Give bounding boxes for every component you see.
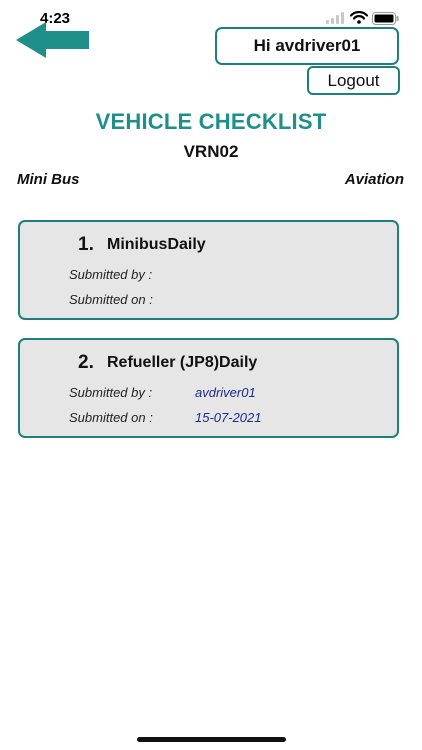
- checklist-card[interactable]: 1. MinibusDaily Submitted by : Submitted…: [18, 220, 399, 320]
- checklist-number: 1.: [78, 234, 94, 255]
- vehicle-type: Mini Bus: [17, 171, 80, 188]
- checklist-name: Refueller (JP8)Daily: [107, 354, 258, 371]
- submitted-by-label: Submitted by :: [69, 267, 153, 282]
- battery-icon: [372, 12, 399, 25]
- cellular-signal-icon: [326, 12, 344, 24]
- page-title: VEHICLE CHECKLIST: [95, 109, 327, 134]
- submitted-by-value: avdriver01: [195, 385, 256, 400]
- vehicle-registration: VRN02: [183, 142, 239, 161]
- checklist-card[interactable]: 2. Refueller (JP8)Daily Submitted by : a…: [18, 338, 399, 438]
- user-greeting: Hi avdriver01: [215, 27, 399, 65]
- submitted-on-label: Submitted on :: [69, 292, 153, 307]
- home-indicator[interactable]: [137, 737, 286, 742]
- submitted-on-label: Submitted on :: [69, 410, 153, 425]
- checklist-number: 2.: [78, 352, 94, 373]
- department-label: Aviation: [344, 171, 404, 188]
- wifi-icon: [350, 11, 368, 24]
- back-button[interactable]: [16, 22, 92, 58]
- submitted-by-label: Submitted by :: [69, 385, 153, 400]
- logout-button[interactable]: Logout: [307, 66, 400, 95]
- left-arrow-icon: [16, 22, 89, 58]
- checklist-name: MinibusDaily: [107, 236, 206, 253]
- submitted-on-value: 15-07-2021: [195, 410, 262, 425]
